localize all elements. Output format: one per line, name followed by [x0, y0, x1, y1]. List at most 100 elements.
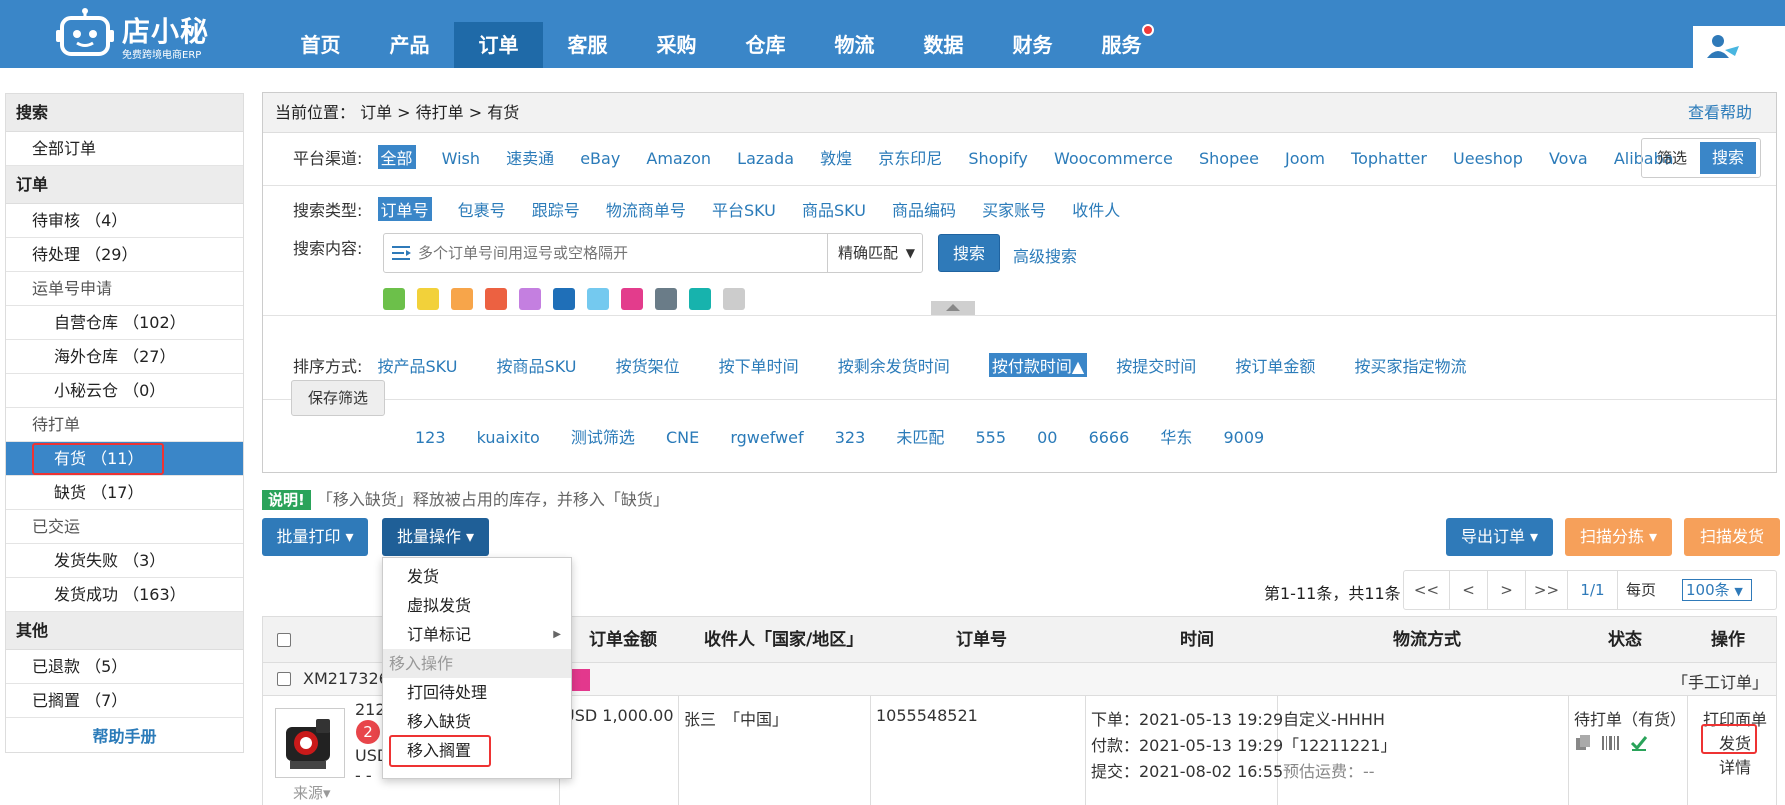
search-type-option[interactable]: 订单号: [377, 197, 432, 221]
platform-option[interactable]: Joom: [1285, 149, 1325, 168]
platform-option[interactable]: 全部: [377, 145, 416, 169]
order-id-link[interactable]: XM217326: [303, 669, 389, 688]
sort-option[interactable]: 按产品SKU: [378, 353, 458, 377]
color-tag[interactable]: [451, 288, 473, 310]
advanced-search-link[interactable]: 高级搜索: [1013, 243, 1077, 267]
sort-option[interactable]: 按买家指定物流: [1355, 353, 1467, 377]
saved-filter[interactable]: 6666: [1089, 428, 1130, 447]
filter-button[interactable]: 筛选: [1646, 142, 1698, 174]
search-type-option[interactable]: 平台SKU: [712, 197, 776, 221]
nav-products[interactable]: 产品: [365, 0, 454, 68]
nav-service[interactable]: 客服: [543, 0, 632, 68]
per-page-select[interactable]: 100条 ▼: [1682, 579, 1752, 601]
select-all-checkbox[interactable]: [277, 633, 291, 647]
nav-services[interactable]: 服务: [1077, 0, 1166, 68]
platform-option[interactable]: Amazon: [646, 149, 711, 168]
sidebar-item-overseas-warehouse[interactable]: 海外仓库 （27）: [6, 340, 243, 374]
nav-finance[interactable]: 财务: [988, 0, 1077, 68]
platform-option[interactable]: Woocommerce: [1054, 149, 1173, 168]
platform-option[interactable]: 京东印尼: [878, 145, 942, 169]
search-button[interactable]: 搜索: [938, 234, 1000, 272]
sidebar-item-own-warehouse[interactable]: 自营仓库 （102）: [6, 306, 243, 340]
color-tag[interactable]: [587, 288, 609, 310]
sort-option[interactable]: 按提交时间: [1116, 353, 1196, 377]
save-filter-button[interactable]: 保存筛选: [291, 380, 385, 416]
sidebar-item-ship-failed[interactable]: 发货失败 （3）: [6, 544, 243, 578]
next-page-button[interactable]: >: [1488, 571, 1526, 609]
match-select[interactable]: 精确匹配 ▼: [827, 234, 923, 272]
saved-filter[interactable]: 华东: [1160, 424, 1192, 448]
color-tag[interactable]: [655, 288, 677, 310]
product-thumbnail[interactable]: [275, 708, 345, 778]
search-type-option[interactable]: 买家账号: [982, 197, 1046, 221]
search-input[interactable]: [418, 240, 818, 266]
saved-filter[interactable]: 9009: [1223, 428, 1264, 447]
sort-option[interactable]: 按货架位: [616, 353, 680, 377]
user-menu[interactable]: [1693, 26, 1785, 68]
platform-option[interactable]: Wish: [442, 149, 480, 168]
sidebar-item-all-orders[interactable]: 全部订单: [6, 132, 243, 166]
sort-option[interactable]: 按商品SKU: [497, 353, 577, 377]
nav-purchase[interactable]: 采购: [632, 0, 721, 68]
sidebar-item-pending-review[interactable]: 待审核 （4）: [6, 204, 243, 238]
sidebar-item-on-hold[interactable]: 已搁置 （7）: [6, 684, 243, 718]
color-tag[interactable]: [417, 288, 439, 310]
sort-option[interactable]: 按下单时间: [719, 353, 799, 377]
sidebar-item-refunded[interactable]: 已退款 （5）: [6, 650, 243, 684]
nav-home[interactable]: 首页: [276, 0, 365, 68]
detail-link[interactable]: 详情: [1719, 754, 1751, 778]
platform-option[interactable]: Vova: [1549, 149, 1588, 168]
platform-option[interactable]: eBay: [580, 149, 620, 168]
saved-filter[interactable]: 00: [1037, 428, 1057, 447]
platform-option[interactable]: Ueeshop: [1453, 149, 1523, 168]
row-checkbox[interactable]: [277, 672, 291, 686]
color-tag[interactable]: [553, 288, 575, 310]
platform-option[interactable]: Tophatter: [1351, 149, 1427, 168]
menu-item-move-out-of-stock[interactable]: 移入缺货: [383, 707, 571, 736]
collapse-toggle[interactable]: [931, 301, 975, 315]
color-tag[interactable]: [485, 288, 507, 310]
menu-item-ship[interactable]: 发货: [383, 562, 571, 591]
search-type-option[interactable]: 商品编码: [892, 197, 956, 221]
search-toggle-button[interactable]: 搜索: [1700, 142, 1756, 174]
platform-option[interactable]: Shopee: [1199, 149, 1259, 168]
saved-filter[interactable]: 未匹配: [896, 424, 944, 448]
saved-filter[interactable]: 555: [975, 428, 1006, 447]
menu-item-move-on-hold[interactable]: 移入搁置: [383, 735, 571, 767]
sort-option[interactable]: 按付款时间▲: [988, 353, 1088, 377]
saved-filter[interactable]: CNE: [666, 428, 699, 447]
sidebar-help-link[interactable]: 帮助手册: [6, 718, 243, 756]
platform-option[interactable]: Shopify: [968, 149, 1028, 168]
help-link[interactable]: 查看帮助: [1688, 93, 1752, 133]
color-tag[interactable]: [383, 288, 405, 310]
sidebar-item-shipped[interactable]: 已交运: [6, 510, 243, 544]
scan-ship-button[interactable]: 扫描发货: [1684, 518, 1780, 556]
export-orders-button[interactable]: 导出订单 ▾: [1446, 518, 1553, 556]
saved-filter[interactable]: 测试筛选: [571, 424, 635, 448]
last-page-button[interactable]: >>: [1526, 571, 1568, 609]
saved-filter[interactable]: kuaixito: [477, 428, 540, 447]
scan-sort-button[interactable]: 扫描分拣 ▾: [1565, 518, 1672, 556]
order-no-link[interactable]: 212: [355, 700, 386, 719]
sidebar-item-pending-process[interactable]: 待处理 （29）: [6, 238, 243, 272]
platform-option[interactable]: 敦煌: [820, 145, 852, 169]
search-type-option[interactable]: 商品SKU: [802, 197, 866, 221]
sidebar-item-waybill-apply[interactable]: 运单号申请: [6, 272, 243, 306]
saved-filter[interactable]: rgwefwef: [730, 428, 803, 447]
first-page-button[interactable]: <<: [1404, 571, 1450, 609]
nav-logistics[interactable]: 物流: [810, 0, 899, 68]
color-tag[interactable]: [723, 288, 745, 310]
batch-ops-button[interactable]: 批量操作 ▾: [382, 518, 489, 556]
sort-option[interactable]: 按订单金额: [1235, 353, 1315, 377]
logo[interactable]: 店小秘 免费跨境电商ERP: [56, 6, 266, 62]
batch-print-button[interactable]: 批量打印 ▾: [262, 518, 368, 556]
saved-filter[interactable]: 123: [415, 428, 446, 447]
search-type-option[interactable]: 跟踪号: [532, 197, 580, 221]
color-tag[interactable]: [689, 288, 711, 310]
saved-filter[interactable]: 323: [835, 428, 866, 447]
prev-page-button[interactable]: <: [1450, 571, 1488, 609]
platform-option[interactable]: 速卖通: [506, 145, 554, 169]
nav-orders[interactable]: 订单: [454, 22, 543, 68]
sidebar-item-ship-success[interactable]: 发货成功 （163）: [6, 578, 243, 612]
sidebar-item-in-stock[interactable]: 有货 （11）: [6, 442, 243, 476]
